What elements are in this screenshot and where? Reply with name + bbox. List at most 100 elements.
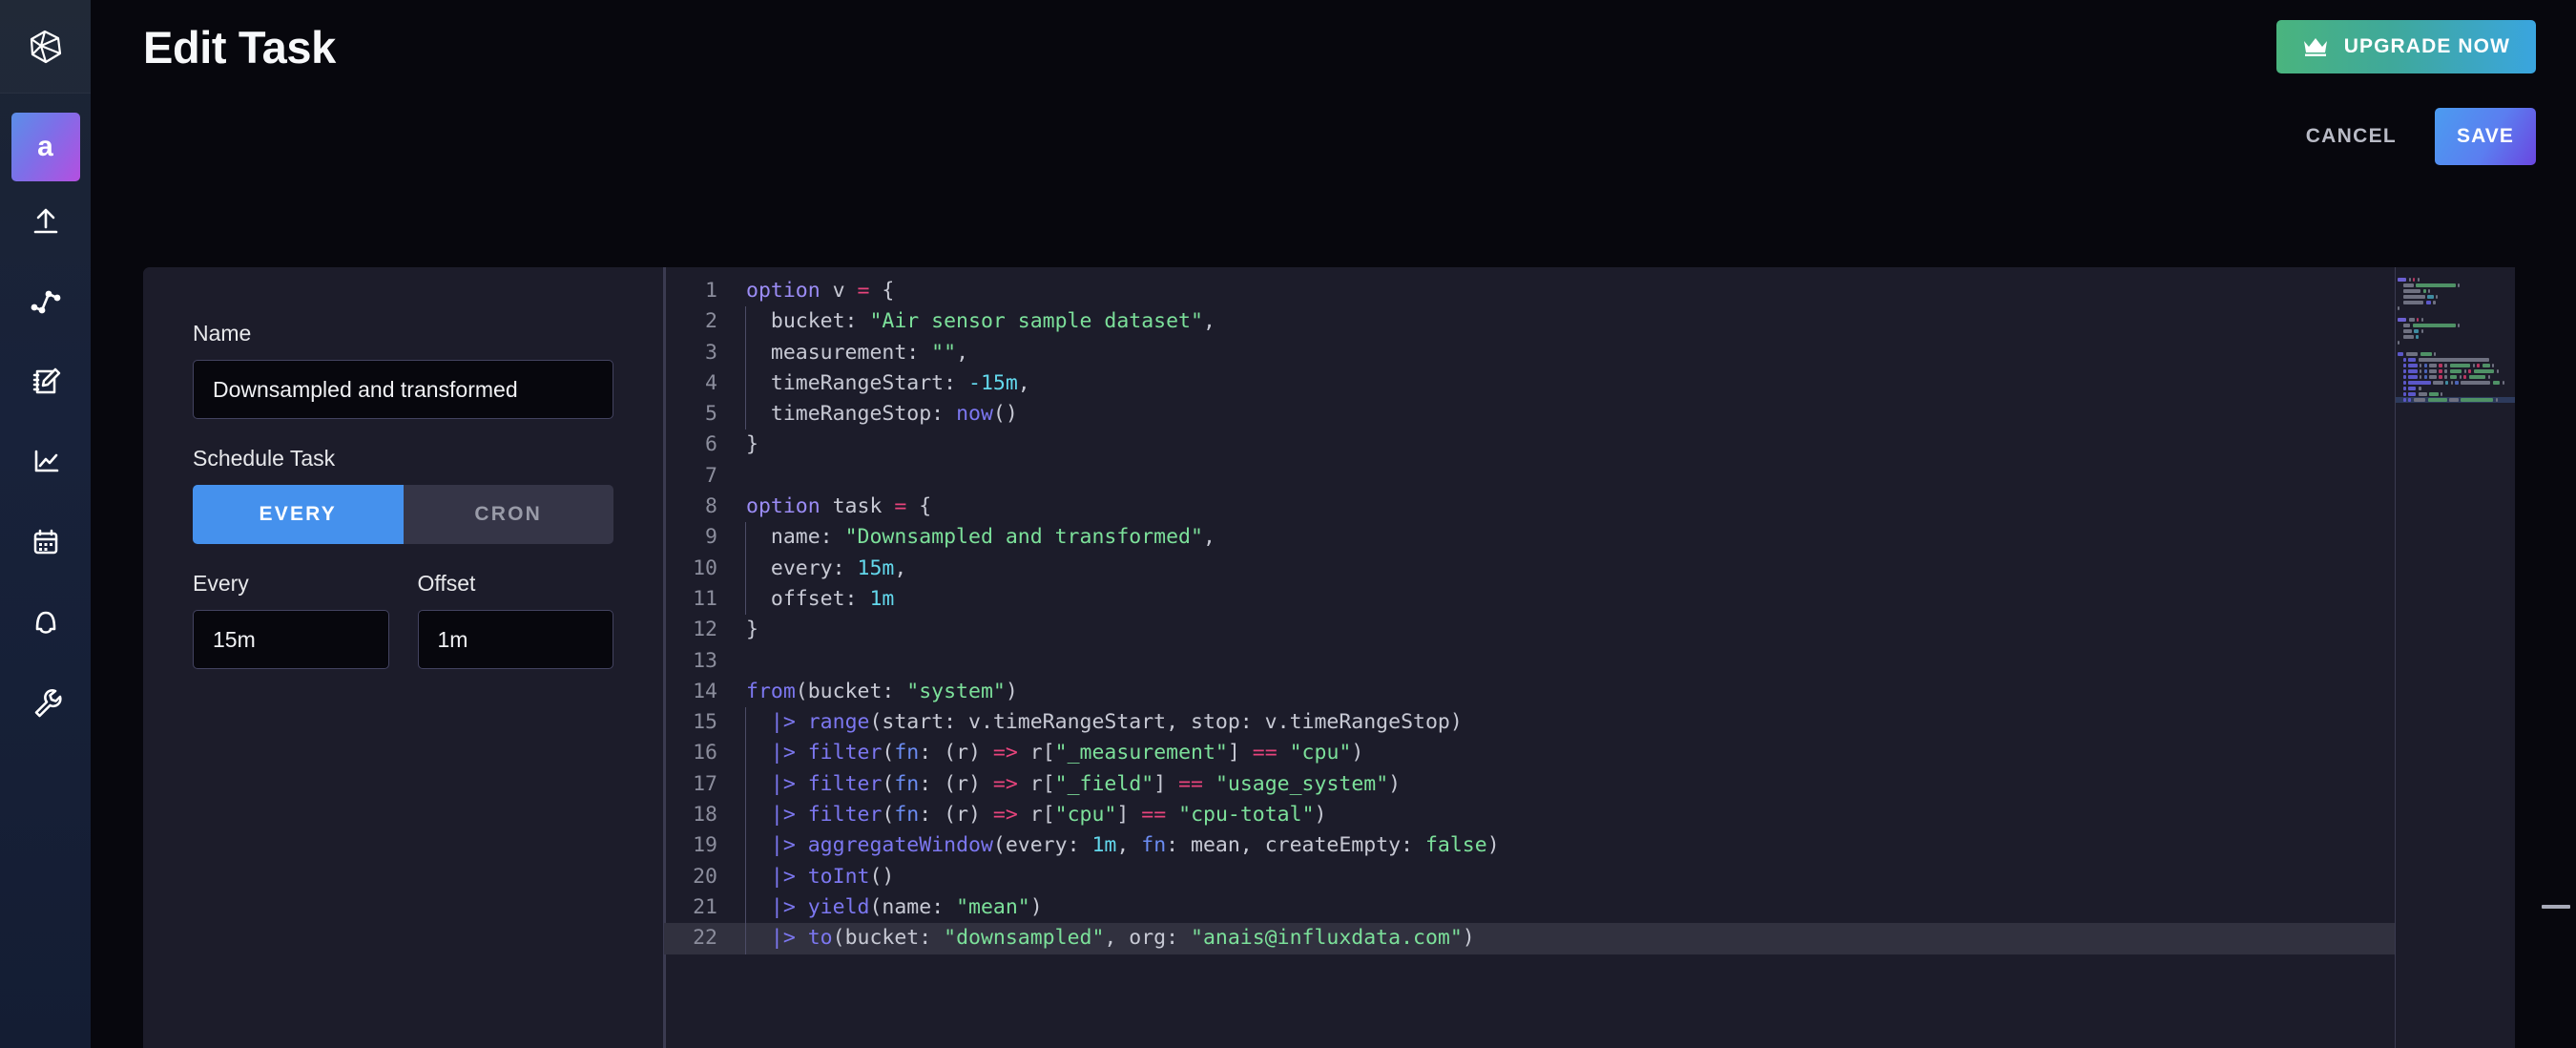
code-line[interactable]: 5 timeRangeStop: now(): [664, 399, 2395, 430]
code-line[interactable]: 1 option v = {: [664, 276, 2395, 306]
code-text: |> filter(fn: (r) => r["_field"] == "usa…: [746, 771, 1402, 796]
sidebar-item-data-explorer[interactable]: [0, 262, 91, 342]
offset-field-group: Offset: [417, 571, 613, 669]
task-editor-content: Name Schedule Task EVERY CRON Every Offs…: [143, 267, 2576, 1048]
minimap-token: [2422, 289, 2426, 293]
code-line[interactable]: 19 |> aggregateWindow(every: 1m, fn: mea…: [664, 830, 2395, 862]
minimap-token: [2412, 324, 2456, 327]
minimap-token: [2461, 381, 2491, 385]
code-line[interactable]: 13: [664, 646, 2395, 677]
minimap-scroll-handle[interactable]: [2542, 905, 2570, 909]
line-number: 10: [693, 555, 717, 580]
save-button[interactable]: SAVE: [2435, 108, 2536, 165]
code-line[interactable]: 10 every: 15m,: [664, 553, 2395, 584]
code-text: timeRangeStart: -15m,: [746, 370, 1030, 395]
minimap-token: [2433, 381, 2443, 385]
minimap-token: [2439, 375, 2442, 379]
every-input[interactable]: [193, 610, 389, 669]
minimap-token: [2414, 329, 2420, 333]
minimap-token: [2436, 295, 2439, 299]
minimap-token: [2418, 392, 2427, 396]
sidebar-item-alerts[interactable]: [0, 582, 91, 662]
minimap-token: [2444, 369, 2448, 373]
minimap-token: [2402, 364, 2406, 367]
flux-code-editor[interactable]: 1 option v = {2 bucket: "Air sensor sampl…: [664, 267, 2395, 1048]
indent-guide: [745, 800, 746, 831]
minimap-token: [2429, 375, 2437, 379]
code-line[interactable]: 14 from(bucket: "system"): [664, 677, 2395, 707]
offset-field-label: Offset: [417, 571, 476, 596]
minimap-token: [2402, 369, 2406, 373]
sidebar-item-settings[interactable]: [0, 662, 91, 743]
code-line[interactable]: 2 bucket: "Air sensor sample dataset",: [664, 306, 2395, 338]
schedule-type-toggle-group: EVERY CRON: [193, 485, 613, 544]
minimap-token: [2402, 283, 2414, 287]
sidebar-item-tasks[interactable]: [0, 502, 91, 582]
minimap-token: [2423, 364, 2427, 367]
line-number: 2: [705, 309, 717, 334]
code-line[interactable]: 3 measurement: "",: [664, 337, 2395, 368]
code-text: |> aggregateWindow(every: 1m, fn: mean, …: [746, 833, 1500, 858]
minimap-token: [2416, 283, 2456, 287]
code-line[interactable]: 11 offset: 1m: [664, 583, 2395, 616]
org-avatar-initial: a: [37, 131, 53, 162]
line-number: 6: [705, 432, 717, 457]
minimap-token: [2398, 341, 2399, 345]
code-line[interactable]: 9 name: "Downsampled and transformed",: [664, 522, 2395, 554]
minimap-token: [2402, 381, 2406, 385]
minimap-token: [2418, 387, 2421, 390]
indent-guide: [745, 337, 746, 368]
minimap-token: [2423, 375, 2427, 379]
code-line[interactable]: 6}: [664, 430, 2395, 460]
action-bar: CANCEL SAVE: [91, 94, 2576, 179]
minimap-token: [2463, 375, 2467, 379]
code-text: |> yield(name: "mean"): [746, 894, 1043, 919]
code-line[interactable]: 16 |> filter(fn: (r) => r["_measurement"…: [664, 738, 2395, 769]
sidebar-item-notebooks[interactable]: [0, 342, 91, 422]
indent-guide: [745, 583, 746, 616]
code-line[interactable]: 8 option task = {: [664, 492, 2395, 522]
code-minimap[interactable]: [2395, 267, 2576, 1048]
indent-guide: [745, 553, 746, 584]
cancel-button[interactable]: CANCEL: [2298, 115, 2404, 157]
code-line[interactable]: 18 |> filter(fn: (r) => r["cpu"] == "cpu…: [664, 800, 2395, 831]
minimap-token: [2439, 364, 2442, 367]
code-line[interactable]: 15 |> range(start: v.timeRangeStart, sto…: [664, 707, 2395, 739]
minimap-token: [2398, 318, 2407, 322]
code-line[interactable]: 4 timeRangeStart: -15m,: [664, 367, 2395, 400]
minimap-token: [2487, 375, 2490, 379]
code-line[interactable]: 12}: [664, 615, 2395, 645]
indent-guide: [745, 707, 746, 739]
code-text: bucket: "Air sensor sample dataset",: [746, 309, 1215, 334]
code-line[interactable]: 17 |> filter(fn: (r) => r["_field"] == "…: [664, 768, 2395, 801]
code-line[interactable]: 22 |> to(bucket: "downsampled", org: "an…: [664, 923, 2395, 954]
minimap-rail: [2515, 267, 2576, 1048]
schedule-toggle-cron[interactable]: CRON: [403, 485, 613, 544]
minimap-token: [2423, 369, 2427, 373]
code-line[interactable]: 20 |> toInt(): [664, 861, 2395, 892]
indent-guide: [745, 830, 746, 862]
code-line[interactable]: 21 |> yield(name: "mean"): [664, 891, 2395, 924]
org-avatar[interactable]: a: [10, 113, 80, 181]
sidebar-item-dashboards[interactable]: [0, 422, 91, 502]
sidebar-item-load-data[interactable]: [0, 181, 91, 262]
line-number: 15: [693, 710, 717, 735]
code-line[interactable]: 7: [664, 461, 2395, 492]
upgrade-now-button[interactable]: UPGRADE NOW: [2275, 20, 2536, 73]
line-number: 18: [693, 803, 717, 828]
left-navigation-sidebar: a: [0, 0, 91, 1048]
code-text: timeRangeStop: now(): [746, 402, 1018, 427]
minimap-token: [2463, 369, 2466, 373]
minimap-token: [2444, 375, 2448, 379]
minimap-token: [2402, 335, 2414, 339]
minimap-token: [2458, 283, 2461, 287]
influxdb-logo[interactable]: [0, 0, 91, 94]
indent-guide: [745, 367, 746, 400]
minimap-token: [2427, 295, 2434, 299]
schedule-toggle-every[interactable]: EVERY: [193, 485, 404, 544]
crown-icon: [2303, 38, 2327, 56]
minimap-token: [2427, 398, 2447, 402]
task-name-input[interactable]: [193, 360, 613, 419]
minimap-token: [2482, 364, 2490, 367]
offset-input[interactable]: [417, 610, 613, 669]
